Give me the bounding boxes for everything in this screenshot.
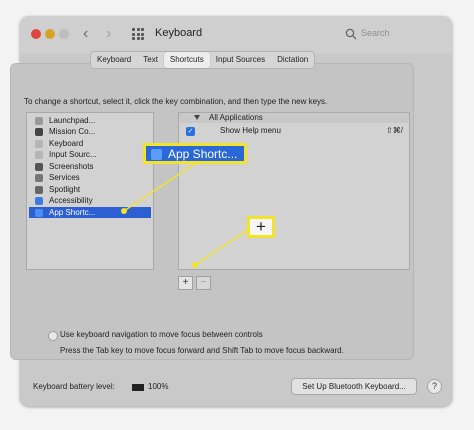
screenshots-icon: [35, 163, 43, 171]
remove-shortcut-button[interactable]: −: [196, 276, 211, 290]
tab-bar: Keyboard Text Shortcuts Input Sources Di…: [90, 51, 316, 69]
category-keyboard[interactable]: Keyboard: [29, 138, 151, 149]
all-applications-row[interactable]: All Applications: [179, 113, 409, 123]
keyboard-navigation-label: Use keyboard navigation to move focus be…: [60, 330, 263, 339]
titlebar: ‹ › Keyboard Search: [20, 16, 452, 54]
category-spotlight[interactable]: Spotlight: [29, 184, 151, 195]
show-help-menu-checkbox[interactable]: ✓: [186, 127, 195, 136]
keyboard-navigation-hint: Press the Tab key to move focus forward …: [60, 346, 344, 355]
minimize-button[interactable]: [45, 29, 55, 39]
window-title: Keyboard: [155, 27, 203, 39]
help-button[interactable]: ?: [427, 379, 442, 394]
app-shortcuts-callout: App Shortc...: [143, 143, 247, 164]
battery-label: Keyboard battery level:: [33, 382, 115, 391]
forward-arrow-icon[interactable]: ›: [106, 25, 111, 43]
tab-keyboard[interactable]: Keyboard: [91, 52, 137, 68]
show-help-menu-label: Show Help menu: [220, 126, 281, 135]
services-icon: [35, 174, 43, 182]
battery-percent: 100%: [148, 382, 169, 391]
search-placeholder: Search: [361, 28, 390, 38]
category-app-shortcuts[interactable]: App Shortc...: [29, 207, 151, 218]
tab-shortcuts[interactable]: Shortcuts: [163, 52, 210, 68]
input-sources-icon: [35, 151, 43, 159]
keyboard-navigation-checkbox[interactable]: [48, 331, 58, 341]
plus-callout: +: [247, 216, 275, 238]
app-store-icon: [151, 149, 162, 160]
all-applications-label: All Applications: [209, 113, 263, 122]
mission-control-icon: [35, 128, 43, 136]
close-button[interactable]: [31, 29, 41, 39]
instructions-text: To change a shortcut, select it, click t…: [24, 97, 328, 106]
tab-input-sources[interactable]: Input Sources: [210, 52, 271, 68]
bluetooth-keyboard-button[interactable]: Set Up Bluetooth Keyboard...: [291, 378, 417, 395]
category-services[interactable]: Services: [29, 172, 151, 183]
tab-dictation[interactable]: Dictation: [271, 52, 314, 68]
show-all-grid-icon[interactable]: [132, 28, 144, 40]
keyboard-icon: [35, 140, 43, 148]
app-shortcuts-icon: [35, 209, 43, 217]
app-shortcuts-callout-label: App Shortc...: [168, 147, 238, 161]
shortcuts-table[interactable]: All Applications ✓ Show Help menu ⇧⌘/: [178, 112, 410, 270]
tab-text[interactable]: Text: [137, 52, 164, 68]
search-field[interactable]: Search: [342, 25, 438, 43]
back-arrow-icon[interactable]: ‹: [83, 25, 88, 43]
add-shortcut-button[interactable]: +: [178, 276, 193, 290]
shortcut-category-list[interactable]: Launchpad... Mission Co... Keyboard Inpu…: [26, 112, 154, 270]
category-accessibility[interactable]: Accessibility: [29, 195, 151, 206]
category-input-sources[interactable]: Input Sourc...: [29, 149, 151, 160]
launchpad-icon: [35, 117, 43, 125]
category-screenshots[interactable]: Screenshots: [29, 161, 151, 172]
zoom-button[interactable]: [59, 29, 69, 39]
accessibility-icon: [35, 197, 43, 205]
battery-icon: [132, 384, 144, 391]
spotlight-icon: [35, 186, 43, 194]
search-icon: [345, 28, 357, 40]
show-help-menu-shortcut[interactable]: ⇧⌘/: [386, 126, 403, 135]
category-mission-control[interactable]: Mission Co...: [29, 126, 151, 137]
category-launchpad[interactable]: Launchpad...: [29, 115, 151, 126]
disclosure-triangle-icon[interactable]: [194, 115, 200, 120]
